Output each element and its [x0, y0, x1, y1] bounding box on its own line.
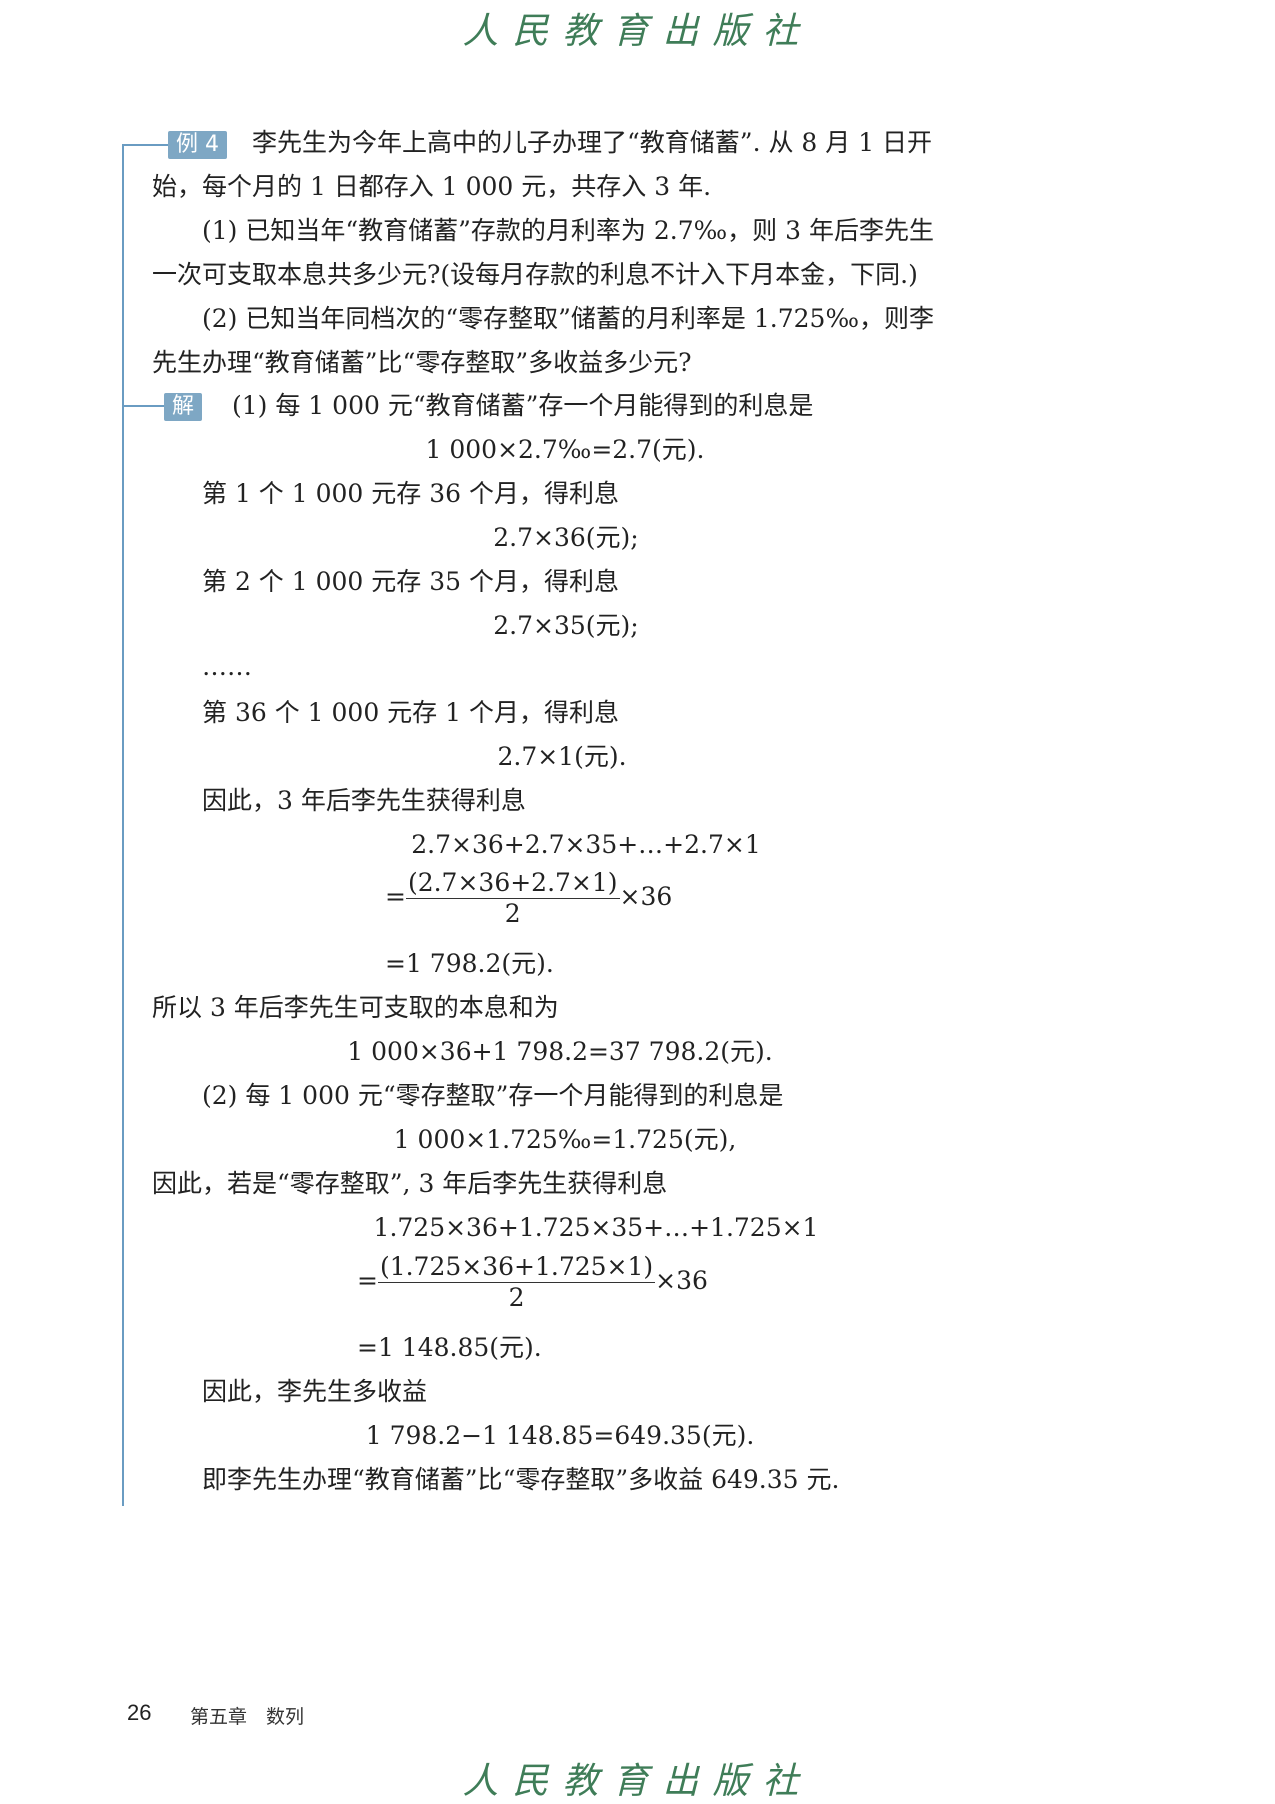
- equation-6-fraction: (2.7×36+2.7×1) 2: [405, 868, 620, 929]
- equation-11-equals: =: [357, 1266, 378, 1295]
- equation-11-fraction: (1.725×36+1.725×1) 2: [377, 1252, 656, 1313]
- question-2-line-1: (2) 已知当年同档次的“零存整取”储蓄的月利率是 1.725‰，则李: [202, 304, 934, 333]
- solution-tag: 解: [164, 393, 203, 421]
- equation-8: 1 000×36+1 798.2=37 798.2(元).: [347, 1037, 773, 1066]
- solution-step-5: 因此，3 年后李先生获得利息: [202, 786, 526, 815]
- solution-step-6: 所以 3 年后李先生可支取的本息和为: [152, 993, 559, 1022]
- equation-6-equals: =: [385, 882, 406, 911]
- solution-connector: [122, 405, 164, 407]
- equation-6: = (2.7×36+2.7×1) 2 ×36: [385, 868, 672, 929]
- solution-step-2: 第 1 个 1 000 元存 36 个月，得利息: [202, 479, 619, 508]
- equation-13: 1 798.2−1 148.85=649.35(元).: [365, 1421, 755, 1450]
- chapter-title: 第五章 数列: [190, 1706, 305, 1728]
- example-line-2: 始，每个月的 1 日都存入 1 000 元，共存入 3 年.: [152, 172, 712, 201]
- equation-3: 2.7×35(元);: [493, 611, 639, 640]
- equation-9: 1 000×1.725‰=1.725(元),: [393, 1125, 737, 1154]
- equation-6-tail: ×36: [619, 882, 673, 911]
- solution-step-1: (1) 每 1 000 元“教育储蓄”存一个月能得到的利息是: [232, 391, 814, 420]
- equation-6-denominator: 2: [504, 899, 521, 928]
- solution-step-3: 第 2 个 1 000 元存 35 个月，得利息: [202, 567, 619, 596]
- solution-step-8: 因此，若是“零存整取”, 3 年后李先生获得利息: [152, 1169, 668, 1198]
- equation-4: 2.7×1(元).: [497, 742, 627, 771]
- equation-2: 2.7×36(元);: [493, 523, 639, 552]
- equation-11-denominator: 2: [508, 1283, 525, 1312]
- equation-10: 1.725×36+1.725×35+…+1.725×1: [373, 1213, 819, 1242]
- equation-11: = (1.725×36+1.725×1) 2 ×36: [357, 1252, 708, 1313]
- left-rule: [122, 144, 124, 1506]
- equation-11-tail: ×36: [655, 1266, 708, 1295]
- example-line-1: 李先生为今年上高中的儿子办理了“教育储蓄”. 从 8 月 1 日开: [252, 128, 933, 157]
- question-1-line-1: (1) 已知当年“教育储蓄”存款的月利率为 2.7‰，则 3 年后李先生: [202, 216, 934, 245]
- equation-12: =1 148.85(元).: [357, 1333, 542, 1362]
- solution-step-4: 第 36 个 1 000 元存 1 个月，得利息: [202, 698, 619, 727]
- equation-5: 2.7×36+2.7×35+…+2.7×1: [411, 830, 761, 859]
- solution-conclusion: 即李先生办理“教育储蓄”比“零存整取”多收益 649.35 元.: [202, 1465, 840, 1494]
- solution-step-7: (2) 每 1 000 元“零存整取”存一个月能得到的利息是: [202, 1081, 784, 1110]
- publisher-footer: 人民教育出版社: [462, 1761, 813, 1802]
- equation-11-numerator: (1.725×36+1.725×1): [377, 1252, 656, 1283]
- solution-step-9: 因此，李先生多收益: [202, 1377, 428, 1406]
- equation-1: 1 000×2.7‰=2.7(元).: [425, 435, 705, 464]
- ellipsis: ……: [202, 652, 252, 681]
- question-1-line-2: 一次可支取本息共多少元?(设每月存款的利息不计入下月本金，下同.): [152, 260, 918, 289]
- equation-7: =1 798.2(元).: [385, 949, 554, 978]
- example-tag: 例 4: [168, 131, 227, 159]
- page-number: 26: [127, 1700, 152, 1725]
- example-connector: [122, 144, 168, 146]
- question-2-line-2: 先生办理“教育储蓄”比“零存整取”多收益多少元?: [152, 348, 692, 377]
- publisher-header: 人民教育出版社: [462, 11, 813, 52]
- equation-6-numerator: (2.7×36+2.7×1): [405, 868, 620, 899]
